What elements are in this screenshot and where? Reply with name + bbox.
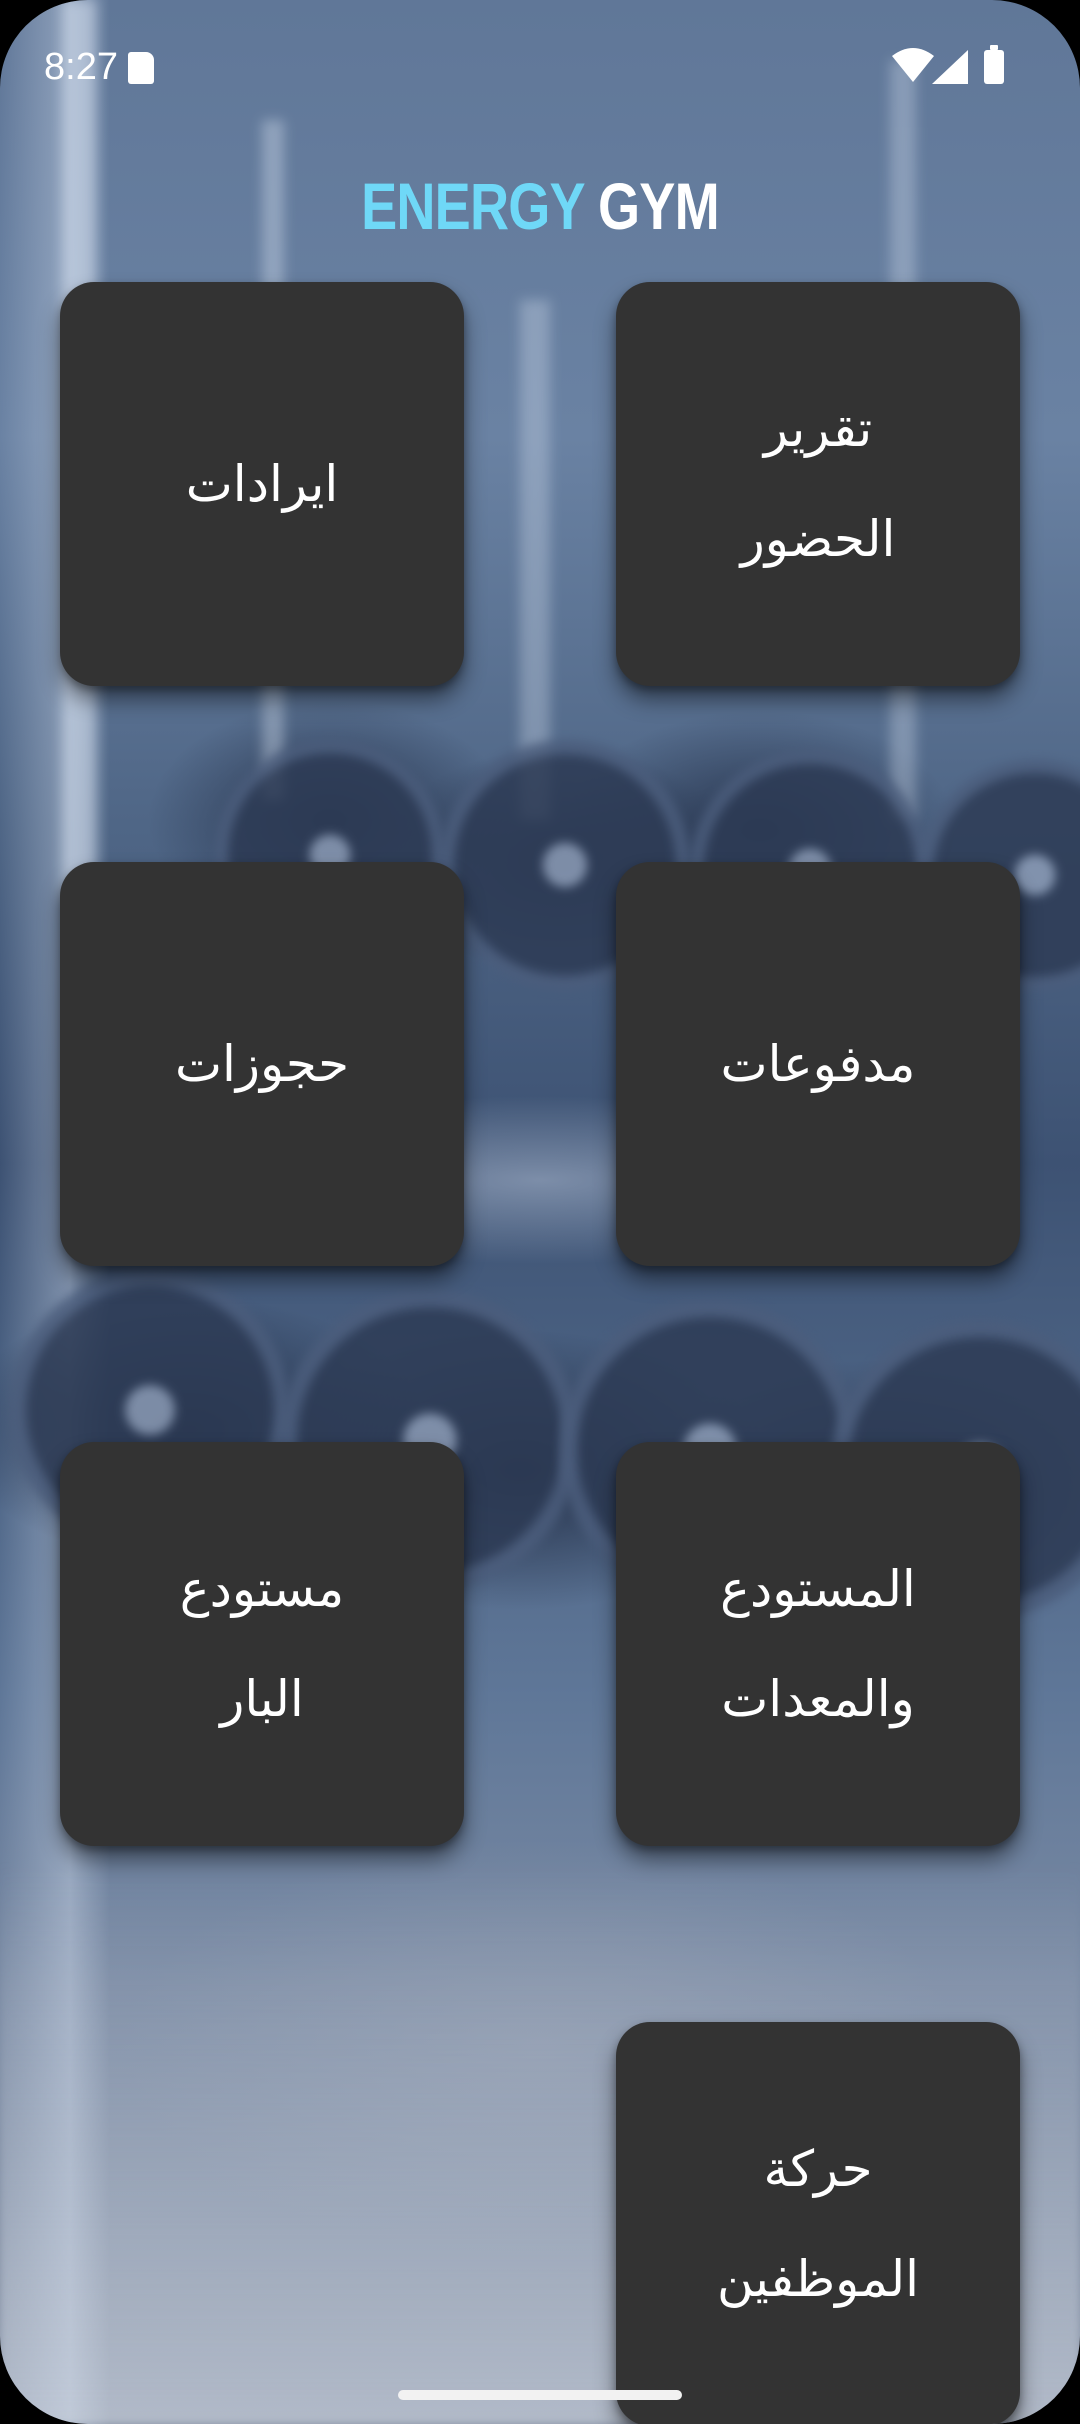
- signal-icon: [932, 50, 968, 84]
- tile-label: ايرادات: [185, 455, 339, 513]
- app-title-energy: ENERGY: [361, 169, 584, 243]
- tile-bookings[interactable]: حجوزات: [60, 862, 464, 1266]
- status-time: 8:27: [44, 46, 118, 88]
- background-rack-post: [520, 300, 550, 820]
- home-indicator[interactable]: [398, 2390, 682, 2400]
- sd-card-icon: [128, 52, 154, 84]
- tile-label: حركة الموظفين: [716, 2140, 920, 2308]
- status-bar: 8:27: [0, 38, 1080, 98]
- battery-icon: [984, 45, 1004, 84]
- app-title-gym: GYM: [598, 169, 720, 243]
- tile-label: مستودع البار: [179, 1560, 345, 1728]
- wifi-icon: [892, 48, 934, 82]
- tile-label: المستودع والمعدات: [720, 1560, 916, 1728]
- app-title: ENERGY GYM: [97, 168, 983, 244]
- tile-label: مدفوعات: [720, 1035, 916, 1093]
- tile-warehouse-equipment[interactable]: المستودع والمعدات: [616, 1442, 1020, 1846]
- tile-attendance-report[interactable]: تقرير الحضور: [616, 282, 1020, 686]
- tile-revenues[interactable]: ايرادات: [60, 282, 464, 686]
- app-screen: 8:27 ENERGY GYM ايرادات تقرير الحضور حجو…: [0, 0, 1080, 2424]
- tile-payments[interactable]: مدفوعات: [616, 862, 1020, 1266]
- tile-bar-warehouse[interactable]: مستودع البار: [60, 1442, 464, 1846]
- tile-label: حجوزات: [174, 1035, 350, 1093]
- tile-staff-movement[interactable]: حركة الموظفين: [616, 2022, 1020, 2424]
- tile-label: تقرير الحضور: [740, 400, 896, 568]
